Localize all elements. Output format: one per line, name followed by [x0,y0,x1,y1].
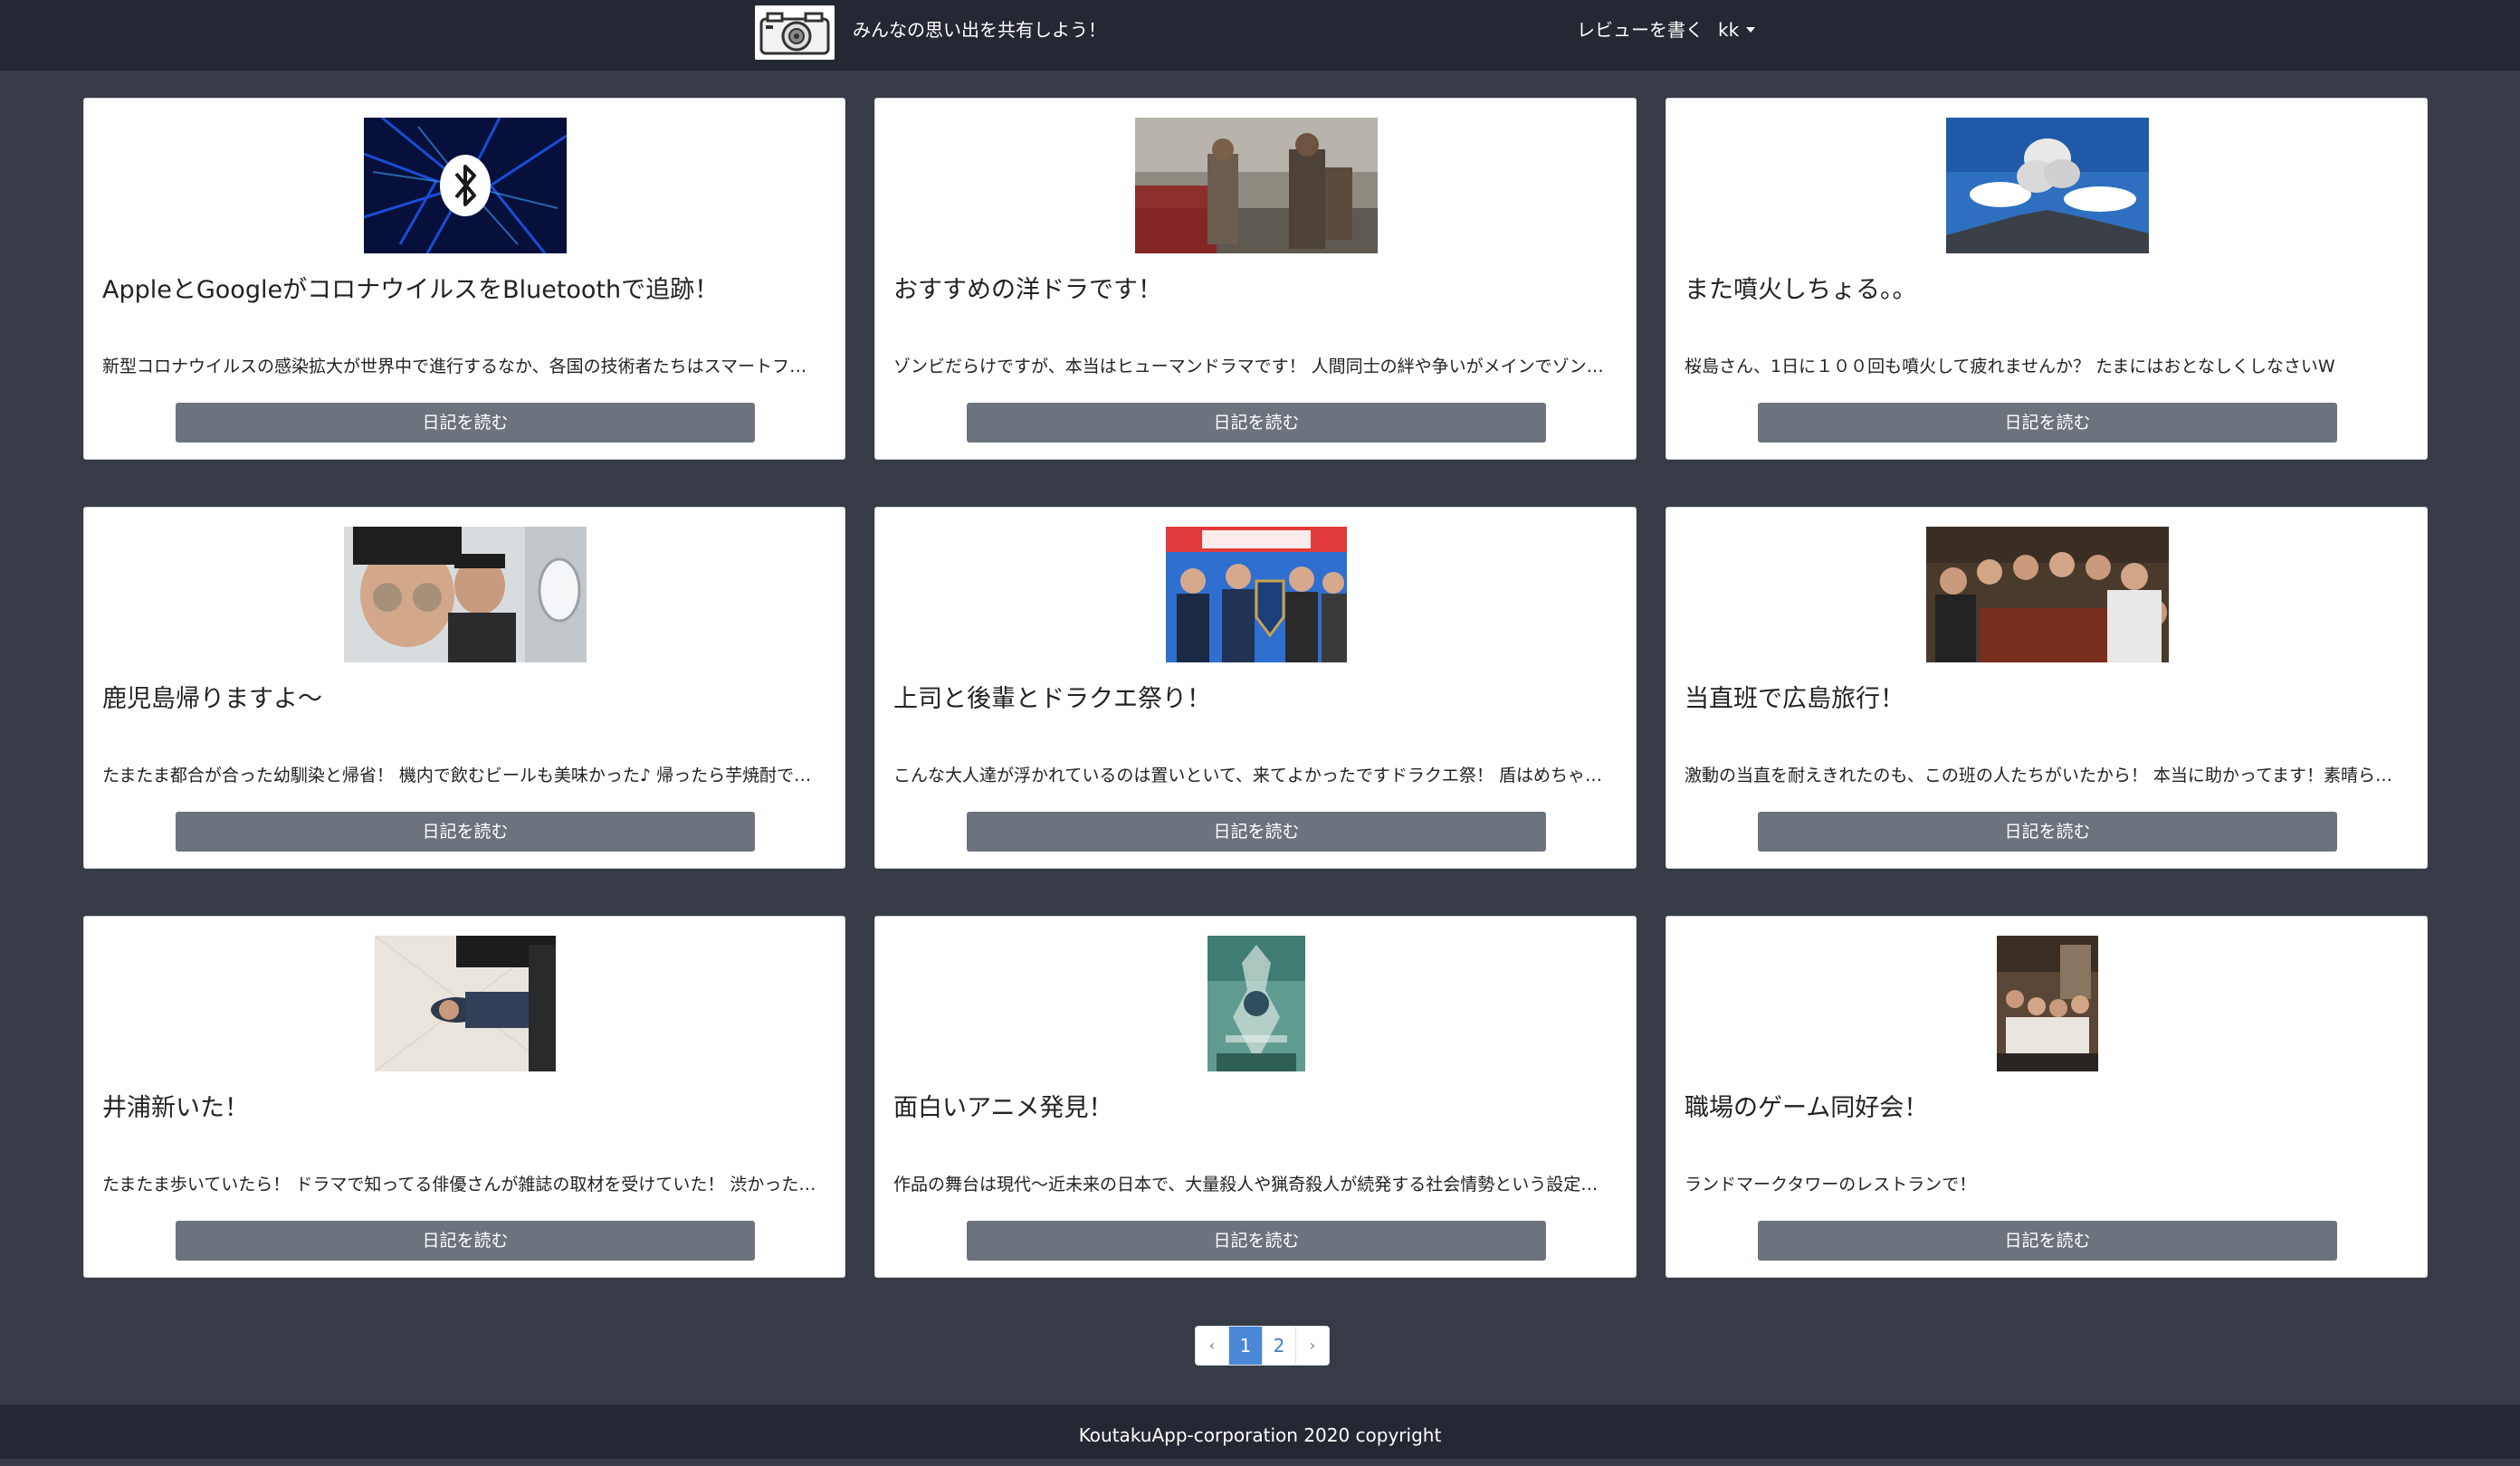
read-diary-button[interactable]: 日記を読む [1758,403,2337,443]
diary-card: 鹿児島帰りますよ〜 たまたま都合が合った幼馴染と帰省！ 機内で飲むビールも美味か… [83,507,845,869]
user-menu-dropdown[interactable]: kk [1718,16,1756,43]
card-title: 井浦新いた！ [102,1094,249,1122]
caret-down-icon[interactable] [1746,26,1756,33]
card-title: 職場のゲーム同好会！ [1685,1094,1929,1122]
card-thumbnail[interactable] [344,527,587,662]
card-excerpt: たまたま都合が合った幼馴染と帰省！ 機内で飲むビールも美味かった♪ 帰ったら芋焼… [102,766,823,785]
read-diary-button[interactable]: 日記を読む [1758,1221,2337,1261]
footer: KoutakuApp-corporation 2020 copyright [0,1404,2520,1459]
read-diary-button[interactable]: 日記を読む [967,1221,1546,1261]
pagination-page-1[interactable]: 1 [1228,1327,1262,1365]
card-title: AppleとGoogleがコロナウイルスをBluetoothで追跡！ [102,276,720,304]
card-thumbnail[interactable] [1946,118,2149,253]
card-title: 当直班で広島旅行！ [1685,685,1904,713]
card-excerpt: 激動の当直を耐えきれたのも、この班の人たちがいたから！ 本当に助かってます！素晴… [1685,766,2405,785]
read-diary-button[interactable]: 日記を読む [176,403,755,443]
camera-icon[interactable] [755,5,835,60]
card-thumbnail[interactable] [364,118,567,253]
navbar: みんなの思い出を共有しよう！ レビューを書く kk [0,0,2520,71]
diary-card: 面白いアニメ発見！ 作品の舞台は現代〜近未来の日本で、大量殺人や猟奇殺人が続発す… [874,916,1637,1278]
diary-card: 当直班で広島旅行！ 激動の当直を耐えきれたのも、この班の人たちがいたから！ 本当… [1666,507,2428,869]
card-thumbnail[interactable] [1166,527,1347,662]
card-excerpt: 作品の舞台は現代〜近未来の日本で、大量殺人や猟奇殺人が続発する社会情勢という設定… [893,1175,1614,1195]
diary-card: おすすめの洋ドラです！ ゾンビだらけですが、本当はヒューマンドラマです！ 人間同… [874,98,1637,460]
card-title: 面白いアニメ発見！ [893,1094,1113,1122]
diary-card: 上司と後輩とドラクエ祭り！ こんな大人達が浮かれているのは置いといて、来てよかっ… [874,507,1637,869]
card-title: 鹿児島帰りますよ〜 [102,685,322,713]
card-title: また噴火しちょる。。 [1685,276,1917,304]
card-excerpt: 桜島さん、1日に１００回も噴火して疲れませんか？ たまにはおとなしくしなさいW [1685,357,2335,376]
card-thumbnail[interactable] [1997,936,2098,1071]
pagination-prev-button[interactable]: ‹ [1196,1327,1228,1365]
card-excerpt: こんな大人達が浮かれているのは置いといて、来てよかったですドラクエ祭！ 盾はめち… [893,766,1614,785]
diary-card: AppleとGoogleがコロナウイルスをBluetoothで追跡！ 新型コロナ… [83,98,845,460]
site-title: みんなの思い出を共有しよう！ [853,19,1106,41]
read-diary-button[interactable]: 日記を読む [967,403,1546,443]
footer-copyright: KoutakuApp-corporation 2020 copyright [1078,1424,1442,1446]
card-title: おすすめの洋ドラです！ [893,276,1162,304]
write-review-link[interactable]: レビューを書く [1577,16,1704,43]
pagination: ‹ 1 2 › [1195,1326,1330,1366]
card-thumbnail[interactable] [1135,118,1378,253]
card-excerpt: たまたま歩いていたら！ ドラマで知ってる俳優さんが雑誌の取材を受けていた！ 渋か… [102,1175,823,1195]
read-diary-button[interactable]: 日記を読む [176,1221,755,1261]
card-excerpt: ゾンビだらけですが、本当はヒューマンドラマです！ 人間同士の絆や争いがメインでゾ… [893,357,1614,376]
diary-card: 井浦新いた！ たまたま歩いていたら！ ドラマで知ってる俳優さんが雑誌の取材を受け… [83,916,845,1278]
card-thumbnail[interactable] [375,936,556,1071]
pagination-page-2[interactable]: 2 [1262,1327,1295,1365]
card-excerpt: 新型コロナウイルスの感染拡大が世界中で進行するなか、各国の技術者たちはスマートフ… [102,357,823,376]
pagination-next-button[interactable]: › [1295,1327,1329,1365]
card-title: 上司と後輩とドラクエ祭り！ [893,685,1211,713]
card-excerpt: ランドマークタワーのレストランで！ [1685,1175,1977,1195]
card-thumbnail[interactable] [1926,527,2169,662]
diary-card: 職場のゲーム同好会！ ランドマークタワーのレストランで！ 日記を読む [1666,916,2428,1278]
read-diary-button[interactable]: 日記を読む [967,812,1546,852]
diary-card: また噴火しちょる。。 桜島さん、1日に１００回も噴火して疲れませんか？ たまには… [1666,98,2428,460]
card-thumbnail[interactable] [1208,936,1305,1071]
user-name[interactable]: kk [1718,19,1739,41]
read-diary-button[interactable]: 日記を読む [176,812,755,852]
read-diary-button[interactable]: 日記を読む [1758,812,2337,852]
